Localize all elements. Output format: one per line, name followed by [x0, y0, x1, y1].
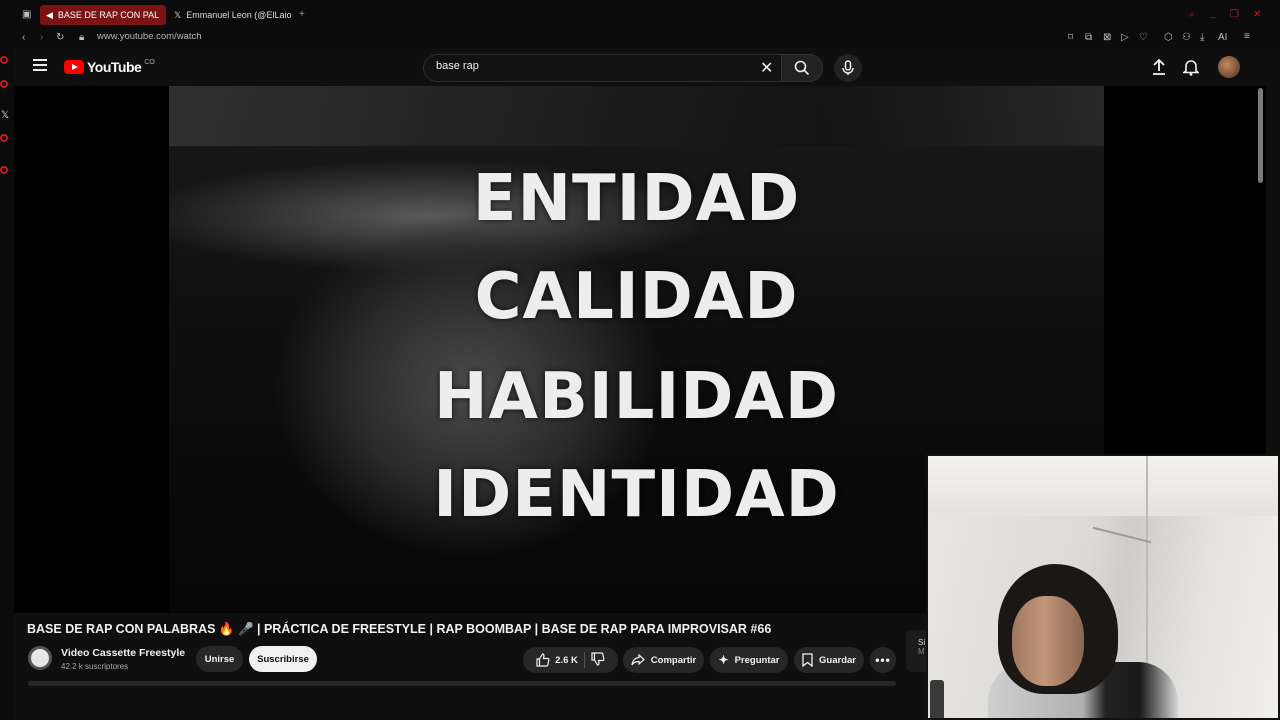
- more-actions-button[interactable]: •••: [870, 647, 896, 673]
- sidebar-messenger-icon[interactable]: [0, 134, 8, 142]
- tab-x[interactable]: 𝕏 Emmanuel Leon (@ElLaion: [168, 5, 292, 25]
- subscribe-button[interactable]: Suscribirse: [249, 646, 317, 672]
- more-dots-icon: •••: [875, 653, 891, 667]
- search-button[interactable]: [781, 54, 823, 82]
- x-logo-icon: 𝕏: [174, 9, 182, 20]
- divider: [583, 652, 585, 668]
- share-icon: [631, 654, 645, 666]
- clear-search-icon[interactable]: ✕: [760, 58, 773, 78]
- close-window-icon[interactable]: ✕: [1253, 9, 1261, 21]
- user-avatar[interactable]: [1218, 56, 1240, 78]
- speaker-icon[interactable]: ◀: [46, 10, 53, 21]
- url-field[interactable]: www.youtube.com/watch: [97, 31, 202, 42]
- save-button[interactable]: Guardar: [794, 647, 864, 673]
- adblock-icon[interactable]: ⊠: [1103, 32, 1111, 44]
- create-upload-icon[interactable]: [1151, 58, 1167, 81]
- easy-setup-icon[interactable]: ≡: [1244, 31, 1250, 43]
- description-box[interactable]: [28, 681, 896, 686]
- like-count: 2.6 K: [555, 654, 578, 666]
- tab-label: Emmanuel Leon (@ElLaion: [186, 10, 292, 20]
- sidebar-music-icon[interactable]: [0, 166, 8, 174]
- notifications-bell-icon[interactable]: [1181, 58, 1201, 81]
- x-twitter-icon[interactable]: 𝕏: [1, 110, 9, 122]
- player-icon[interactable]: ▷: [1121, 32, 1129, 44]
- youtube-play-icon: [64, 60, 84, 74]
- overlay-word: CALIDAD: [474, 260, 799, 334]
- aria-ai-button[interactable]: AI: [1218, 32, 1227, 44]
- thumbs-down-icon: [591, 651, 605, 666]
- microphone-icon: [842, 60, 854, 75]
- dislike-button[interactable]: [591, 651, 605, 669]
- heart-icon[interactable]: ♡: [1139, 32, 1148, 44]
- snapshot-icon[interactable]: ⧉: [1085, 32, 1092, 44]
- account-icon[interactable]: ⚇: [1182, 32, 1191, 44]
- overlay-word: ENTIDAD: [472, 162, 801, 236]
- youtube-logo[interactable]: YouTube CO: [64, 59, 155, 75]
- search-tabs-icon[interactable]: ⌕: [1189, 9, 1195, 21]
- voice-search-button[interactable]: [834, 54, 862, 82]
- sidebar-bag-icon[interactable]: [0, 80, 8, 88]
- subscriber-count: 42.2 k suscriptores: [61, 662, 129, 671]
- webcam-wall-line: [1092, 526, 1152, 544]
- like-button[interactable]: 2.6 K: [536, 653, 578, 667]
- extensions-icon[interactable]: ⬡: [1164, 32, 1173, 44]
- tab-overview-icon[interactable]: ▣: [22, 9, 31, 21]
- maximize-icon[interactable]: ❐: [1230, 9, 1239, 21]
- webcam-overlay: [926, 454, 1280, 720]
- tab-bar: ▣ ◀ BASE DE RAP CON PAL 𝕏 Emmanuel Leon …: [0, 0, 1280, 28]
- bookmark-save-icon: [802, 653, 813, 667]
- ask-button[interactable]: ✦ Preguntar: [710, 647, 788, 673]
- webcam-person-face: [1012, 596, 1084, 686]
- hamburger-menu-icon[interactable]: [33, 59, 47, 71]
- minimize-icon[interactable]: _: [1210, 8, 1216, 20]
- back-icon[interactable]: ‹: [22, 32, 25, 44]
- ai-label: AI: [1218, 32, 1228, 43]
- search-input[interactable]: [436, 60, 736, 72]
- search-icon: [794, 60, 810, 76]
- sidebar-app-icon[interactable]: [0, 56, 8, 64]
- tab-label: BASE DE RAP CON PAL: [57, 10, 160, 20]
- webcam-ceiling: [928, 456, 1278, 516]
- search-box: ✕: [423, 54, 781, 82]
- channel-name[interactable]: Video Cassette Freestyle: [61, 647, 185, 659]
- save-label: Guardar: [819, 654, 856, 666]
- tab-youtube[interactable]: ◀ BASE DE RAP CON PAL: [40, 5, 166, 25]
- channel-avatar[interactable]: [28, 646, 52, 670]
- overlay-word: HABILIDAD: [433, 360, 840, 434]
- browser-sidebar: 𝕏: [0, 0, 14, 720]
- youtube-header: YouTube CO ✕: [14, 48, 1266, 86]
- lock-icon[interactable]: 🔒︎: [79, 32, 84, 44]
- logo-country: CO: [144, 58, 155, 66]
- download-icon[interactable]: ⤓: [1200, 32, 1204, 44]
- ask-label: Preguntar: [734, 654, 780, 666]
- share-label: Compartir: [650, 654, 697, 666]
- page-scrollbar[interactable]: [1258, 88, 1263, 183]
- reload-icon[interactable]: ↻: [56, 32, 64, 44]
- like-dislike-group: 2.6 K: [523, 647, 618, 673]
- new-tab-button[interactable]: +: [299, 9, 305, 21]
- share-button[interactable]: Compartir: [623, 647, 704, 673]
- webcam-microphone: [930, 680, 944, 718]
- bookmark-icon[interactable]: ⌑: [1068, 32, 1073, 44]
- join-button[interactable]: Unirse: [196, 646, 243, 672]
- forward-icon[interactable]: ›: [40, 32, 43, 44]
- sparkle-icon: ✦: [718, 653, 729, 667]
- thumbs-up-icon: [536, 653, 550, 667]
- logo-text: YouTube: [87, 59, 142, 75]
- video-title: BASE DE RAP CON PALABRAS 🔥 🎤 | PRÁCTICA …: [27, 622, 772, 636]
- address-bar: ‹ › ↻ 🔒︎ www.youtube.com/watch ⌑ ⧉ ⊠ ▷ ♡…: [0, 28, 1280, 48]
